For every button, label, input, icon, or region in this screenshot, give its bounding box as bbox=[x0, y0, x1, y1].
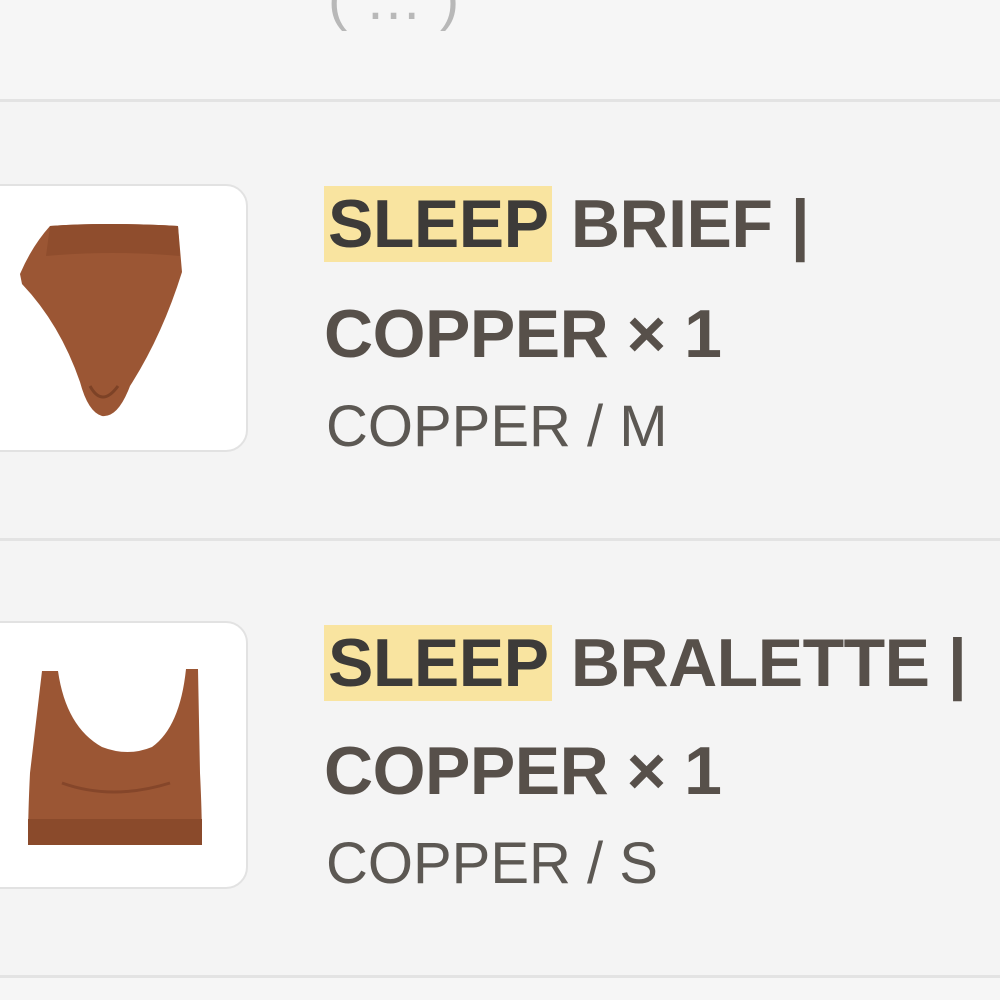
order-items-page: ( ... ) SLEEP BRIEF | COPPER × 1 COPPER … bbox=[0, 0, 1000, 1000]
partial-text: ( ... ) bbox=[328, 0, 461, 33]
item-variant: COPPER / S bbox=[326, 831, 658, 896]
item-title-line2: COPPER × 1 bbox=[324, 296, 722, 372]
item-title-line2: COPPER × 1 bbox=[324, 733, 722, 809]
item-title-rest: BRALETTE | bbox=[552, 625, 967, 701]
item-title[interactable]: SLEEP BRALETTE | bbox=[324, 619, 967, 707]
item-title[interactable]: SLEEP BRIEF | bbox=[324, 180, 810, 268]
bralette-icon bbox=[28, 669, 202, 845]
item-title-rest: BRIEF | bbox=[552, 186, 810, 262]
line-item[interactable]: SLEEP BRALETTE | COPPER × 1 COPPER / S bbox=[0, 541, 1000, 975]
previous-row-fragment: ( ... ) bbox=[0, 0, 1000, 100]
divider bbox=[0, 975, 1000, 978]
search-highlight: SLEEP bbox=[324, 625, 553, 701]
product-thumbnail[interactable] bbox=[0, 621, 248, 889]
line-item[interactable]: SLEEP BRIEF | COPPER × 1 COPPER / M bbox=[0, 102, 1000, 538]
product-thumbnail[interactable] bbox=[0, 184, 248, 452]
search-highlight: SLEEP bbox=[324, 186, 553, 262]
brief-icon bbox=[20, 224, 182, 417]
item-variant: COPPER / M bbox=[326, 394, 668, 459]
